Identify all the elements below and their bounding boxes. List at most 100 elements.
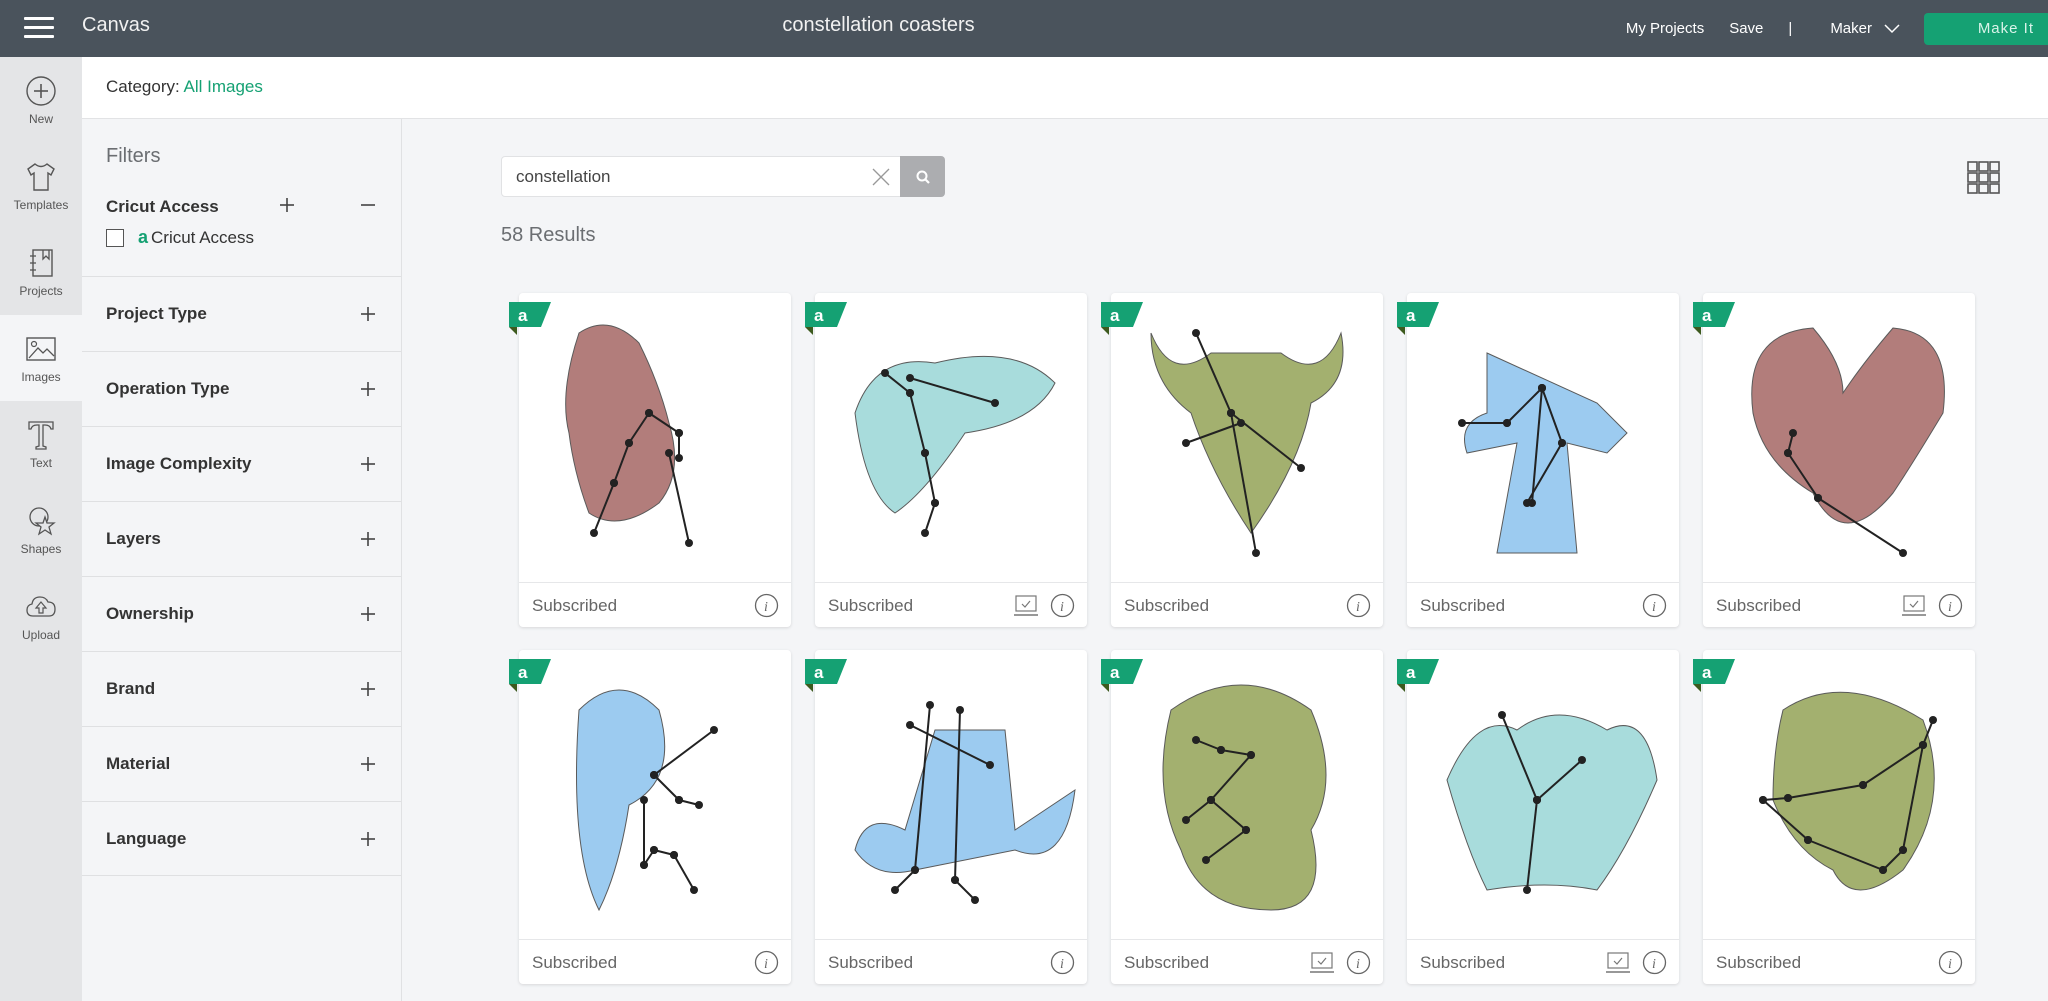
machine-selector[interactable]: Maker bbox=[1830, 20, 1900, 37]
cricut-access-heading: Cricut Access bbox=[106, 197, 219, 216]
info-icon[interactable]: i bbox=[1642, 950, 1667, 975]
image-thumbnail[interactable] bbox=[1703, 293, 1975, 582]
expand-plus-icon[interactable] bbox=[358, 829, 378, 849]
filter-section-label: Brand bbox=[106, 679, 156, 698]
svg-text:i: i bbox=[1948, 600, 1952, 615]
rail-item-upload[interactable]: Upload bbox=[0, 573, 82, 659]
material-check-icon[interactable] bbox=[1013, 593, 1039, 618]
card-footer: Subscribed i bbox=[815, 939, 1087, 984]
image-thumbnail[interactable] bbox=[1111, 293, 1383, 582]
image-thumbnail[interactable] bbox=[815, 293, 1087, 582]
filter-section-language[interactable]: Language bbox=[82, 801, 401, 876]
save-button[interactable]: Save bbox=[1729, 20, 1763, 37]
filter-section-operation-type[interactable]: Operation Type bbox=[82, 351, 401, 426]
info-icon[interactable]: i bbox=[754, 950, 779, 975]
constellation-star bbox=[1202, 856, 1210, 864]
filter-section-image-complexity[interactable]: Image Complexity bbox=[82, 426, 401, 501]
image-thumbnail[interactable] bbox=[815, 650, 1087, 939]
constellation-star bbox=[1252, 549, 1260, 557]
image-card[interactable]: a Subscribed i bbox=[1693, 650, 1975, 984]
image-card[interactable]: a Subscribed i bbox=[1101, 650, 1383, 984]
my-projects-link[interactable]: My Projects bbox=[1626, 20, 1704, 37]
material-check-icon[interactable] bbox=[1605, 950, 1631, 975]
collapse-minus-icon[interactable] bbox=[358, 195, 378, 215]
image-card[interactable]: a Subscribed i bbox=[805, 650, 1087, 984]
expand-plus-icon[interactable] bbox=[358, 604, 378, 624]
search-input[interactable] bbox=[516, 165, 846, 189]
info-icon[interactable]: i bbox=[1642, 593, 1667, 618]
constellation-star bbox=[1859, 781, 1867, 789]
info-icon[interactable]: i bbox=[1938, 593, 1963, 618]
image-card[interactable]: a Subscribed i bbox=[1693, 293, 1975, 627]
svg-text:a: a bbox=[1406, 663, 1416, 682]
material-check-icon[interactable] bbox=[1901, 593, 1927, 618]
image-card[interactable]: a Subscribed i bbox=[1101, 293, 1383, 627]
cricut-access-badge-icon: a bbox=[1693, 659, 1735, 692]
expand-plus-icon[interactable] bbox=[358, 679, 378, 699]
filter-section-label: Language bbox=[106, 829, 187, 848]
info-icon[interactable]: i bbox=[1938, 950, 1963, 975]
filter-section-label: Ownership bbox=[106, 604, 194, 623]
constellation-star bbox=[1498, 711, 1506, 719]
card-footer: Subscribed i bbox=[519, 582, 791, 627]
image-thumbnail[interactable] bbox=[1703, 650, 1975, 939]
info-icon[interactable]: i bbox=[1346, 593, 1371, 618]
info-icon[interactable]: i bbox=[1346, 950, 1371, 975]
cricut-access-badge-icon: a bbox=[805, 302, 847, 335]
filter-section-material[interactable]: Material bbox=[82, 726, 401, 801]
filter-section-ownership[interactable]: Ownership bbox=[82, 576, 401, 651]
constellation-star bbox=[1789, 429, 1797, 437]
rail-item-text[interactable]: Text bbox=[0, 401, 82, 487]
clear-search-icon[interactable] bbox=[872, 168, 890, 186]
rail-item-new[interactable]: New bbox=[0, 57, 82, 143]
info-icon[interactable]: i bbox=[1050, 950, 1075, 975]
rail-item-projects[interactable]: Projects bbox=[0, 229, 82, 315]
category-prefix: Category: bbox=[106, 77, 180, 96]
filter-section-brand[interactable]: Brand bbox=[82, 651, 401, 726]
filter-section-label: Image Complexity bbox=[106, 454, 252, 473]
rail-label: Upload bbox=[21, 628, 61, 642]
image-card[interactable]: a Subscribed i bbox=[1397, 293, 1679, 627]
constellation-star bbox=[695, 801, 703, 809]
plus-circle-icon bbox=[26, 76, 56, 106]
image-thumbnail[interactable] bbox=[1407, 650, 1679, 939]
expand-plus-icon[interactable] bbox=[358, 754, 378, 774]
image-thumbnail[interactable] bbox=[1407, 293, 1679, 582]
image-card[interactable]: a Subscribed i bbox=[509, 293, 791, 627]
rail-item-shapes[interactable]: Shapes bbox=[0, 487, 82, 573]
expand-plus-icon[interactable] bbox=[277, 195, 297, 215]
rail-label: Projects bbox=[19, 284, 63, 298]
constellation-star bbox=[906, 389, 914, 397]
cricut-access-checkbox[interactable] bbox=[106, 228, 124, 247]
svg-text:i: i bbox=[764, 957, 768, 972]
image-card[interactable]: a Subscribed i bbox=[509, 650, 791, 984]
notebook-icon bbox=[30, 249, 53, 277]
image-thumbnail[interactable] bbox=[519, 650, 791, 939]
image-thumbnail[interactable] bbox=[1111, 650, 1383, 939]
image-card[interactable]: a Subscribed i bbox=[1397, 650, 1679, 984]
material-check-icon[interactable] bbox=[1309, 950, 1335, 975]
constellation-star bbox=[685, 539, 693, 547]
svg-text:a: a bbox=[1406, 306, 1416, 325]
image-thumbnail[interactable] bbox=[519, 293, 791, 582]
info-icon[interactable]: i bbox=[1050, 593, 1075, 618]
make-it-button[interactable]: Make It bbox=[1924, 12, 2048, 45]
search-button[interactable] bbox=[900, 156, 945, 197]
rail-item-templates[interactable]: Templates bbox=[0, 143, 82, 229]
grid-view-icon[interactable] bbox=[1967, 161, 2000, 194]
svg-text:i: i bbox=[1652, 600, 1656, 615]
artwork-silhouette bbox=[1772, 691, 1935, 891]
expand-plus-icon[interactable] bbox=[358, 379, 378, 399]
expand-plus-icon[interactable] bbox=[358, 454, 378, 474]
category-value-link[interactable]: All Images bbox=[184, 77, 263, 96]
constellation-artwork bbox=[1446, 711, 1658, 894]
expand-plus-icon[interactable] bbox=[358, 529, 378, 549]
expand-plus-icon[interactable] bbox=[358, 304, 378, 324]
constellation-star bbox=[675, 454, 683, 462]
cloud-upload-icon bbox=[26, 596, 56, 617]
image-card[interactable]: a Subscribed i bbox=[805, 293, 1087, 627]
filter-section-layers[interactable]: Layers bbox=[82, 501, 401, 576]
rail-item-images[interactable]: Images bbox=[0, 315, 82, 401]
filter-section-project-type[interactable]: Project Type bbox=[82, 276, 401, 351]
info-icon[interactable]: i bbox=[754, 593, 779, 618]
